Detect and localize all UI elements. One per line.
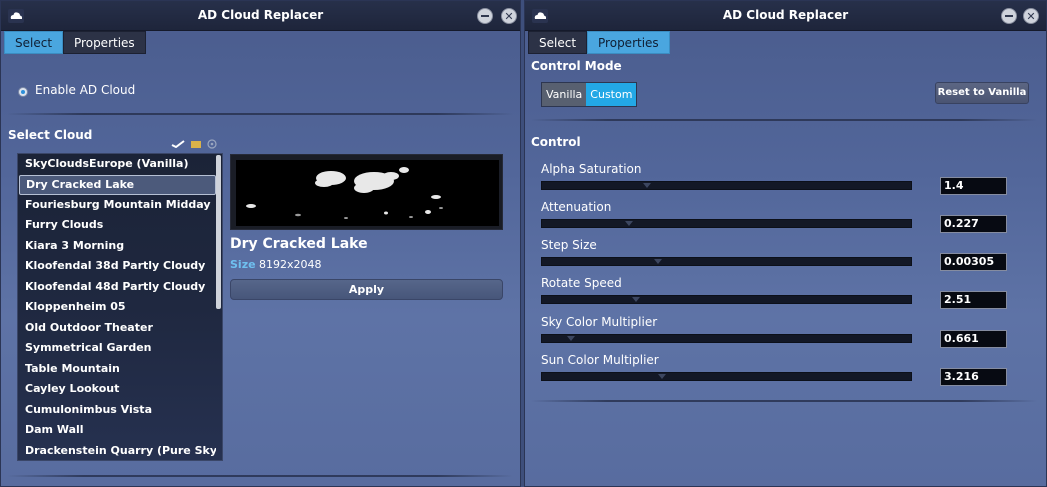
list-item[interactable]: Table Mountain	[19, 359, 216, 379]
list-item[interactable]: Symmetrical Garden	[19, 338, 216, 358]
close-button[interactable]: ✕	[501, 8, 517, 24]
attenuation-slider[interactable]	[541, 219, 912, 228]
list-item[interactable]: Cumulonimbus Vista	[19, 400, 216, 420]
size-value: 8192x2048	[259, 258, 322, 271]
list-item-selected[interactable]: Dry Cracked Lake	[19, 175, 216, 195]
param-label: Attenuation	[541, 200, 612, 214]
minimize-button[interactable]	[1001, 8, 1017, 24]
selected-cloud-name: Dry Cracked Lake	[230, 236, 368, 252]
rotate-speed-input[interactable]: 2.51	[940, 291, 1007, 309]
divider	[531, 400, 1037, 402]
apply-button[interactable]: Apply	[230, 279, 503, 300]
slider-thumb[interactable]	[654, 259, 662, 264]
list-tools	[171, 139, 217, 152]
slider-thumb[interactable]	[625, 221, 633, 226]
list-item[interactable]: Kloppenheim 05	[19, 297, 216, 317]
radio-dot	[21, 90, 25, 94]
list-item[interactable]: Dam Wall	[19, 420, 216, 440]
refresh-icon[interactable]	[207, 139, 217, 152]
minimize-icon	[1005, 15, 1013, 17]
close-icon: ✕	[1026, 9, 1036, 23]
mode-vanilla-button[interactable]: Vanilla	[542, 83, 587, 106]
tab-select[interactable]: Select	[4, 31, 64, 54]
cloud-preview	[230, 154, 503, 230]
divider	[7, 475, 513, 477]
control-heading: Control	[531, 135, 581, 149]
cloud-list[interactable]: SkyCloudsEurope (Vanilla) Dry Cracked La…	[17, 153, 223, 461]
list-scrollbar[interactable]	[216, 155, 221, 309]
slider-thumb[interactable]	[567, 336, 575, 341]
minimize-button[interactable]	[477, 8, 493, 24]
control-mode-toggle: Vanilla Custom	[541, 82, 638, 107]
list-item[interactable]: SkyCloudsEurope (Vanilla)	[19, 154, 216, 174]
list-item[interactable]: Cayley Lookout	[19, 379, 216, 399]
slider-thumb[interactable]	[632, 297, 640, 302]
sun-color-multiplier-slider[interactable]	[541, 372, 912, 381]
window-title: AD Cloud Replacer	[197, 8, 324, 22]
reset-to-vanilla-button[interactable]: Reset to Vanilla	[935, 82, 1029, 104]
size-label: Size	[230, 258, 256, 271]
param-label: Alpha Saturation	[541, 162, 642, 176]
alpha-saturation-slider[interactable]	[541, 181, 912, 190]
list-item[interactable]: Furry Clouds	[19, 215, 216, 235]
window-properties: AD Cloud Replacer ✕ Select Properties Co…	[524, 0, 1047, 487]
tab-bar: Select Properties	[4, 31, 146, 54]
control-mode-heading: Control Mode	[531, 59, 622, 73]
sun-color-multiplier-input[interactable]: 3.216	[940, 368, 1007, 386]
window-title: AD Cloud Replacer	[722, 8, 849, 22]
link-icon[interactable]	[171, 140, 185, 151]
param-label: Step Size	[541, 238, 597, 252]
param-label: Sun Color Multiplier	[541, 353, 659, 367]
divider	[531, 119, 1037, 121]
list-item[interactable]: Kiara 3 Morning	[19, 236, 216, 256]
sky-color-multiplier-slider[interactable]	[541, 334, 912, 343]
titlebar[interactable]: AD Cloud Replacer ✕	[525, 1, 1046, 31]
close-button[interactable]: ✕	[1023, 8, 1039, 24]
rotate-speed-slider[interactable]	[541, 295, 912, 304]
list-item[interactable]: Fouriesburg Mountain Midday	[19, 195, 216, 215]
enable-radio[interactable]	[18, 87, 28, 97]
list-item[interactable]: Drackenstein Quarry (Pure Sky)	[19, 441, 216, 461]
folder-icon[interactable]	[191, 140, 201, 151]
select-cloud-heading: Select Cloud	[8, 128, 93, 142]
tab-properties[interactable]: Properties	[587, 31, 670, 54]
slider-thumb[interactable]	[658, 374, 666, 379]
divider	[7, 113, 513, 115]
alpha-saturation-input[interactable]: 1.4	[940, 177, 1007, 195]
tab-select[interactable]: Select	[528, 31, 588, 54]
tab-bar: Select Properties	[528, 31, 670, 54]
param-label: Sky Color Multiplier	[541, 315, 658, 329]
step-size-slider[interactable]	[541, 257, 912, 266]
enable-label[interactable]: Enable AD Cloud	[35, 83, 135, 97]
close-icon: ✕	[504, 9, 514, 23]
tab-properties[interactable]: Properties	[63, 31, 146, 54]
list-item[interactable]: Kloofendal 48d Partly Cloudy	[19, 277, 216, 297]
step-size-input[interactable]: 0.00305	[940, 253, 1007, 271]
minimize-icon	[481, 15, 489, 17]
titlebar[interactable]: AD Cloud Replacer ✕	[1, 1, 520, 31]
list-item[interactable]: Kloofendal 38d Partly Cloudy	[19, 256, 216, 276]
param-label: Rotate Speed	[541, 276, 622, 290]
attenuation-input[interactable]: 0.227	[940, 215, 1007, 233]
mode-custom-button[interactable]: Custom	[586, 83, 637, 106]
window-select: AD Cloud Replacer ✕ Select Properties En…	[0, 0, 521, 487]
cloud-preview-image	[236, 160, 499, 226]
sky-color-multiplier-input[interactable]: 0.661	[940, 330, 1007, 348]
list-item[interactable]: Old Outdoor Theater	[19, 318, 216, 338]
slider-thumb[interactable]	[643, 183, 651, 188]
